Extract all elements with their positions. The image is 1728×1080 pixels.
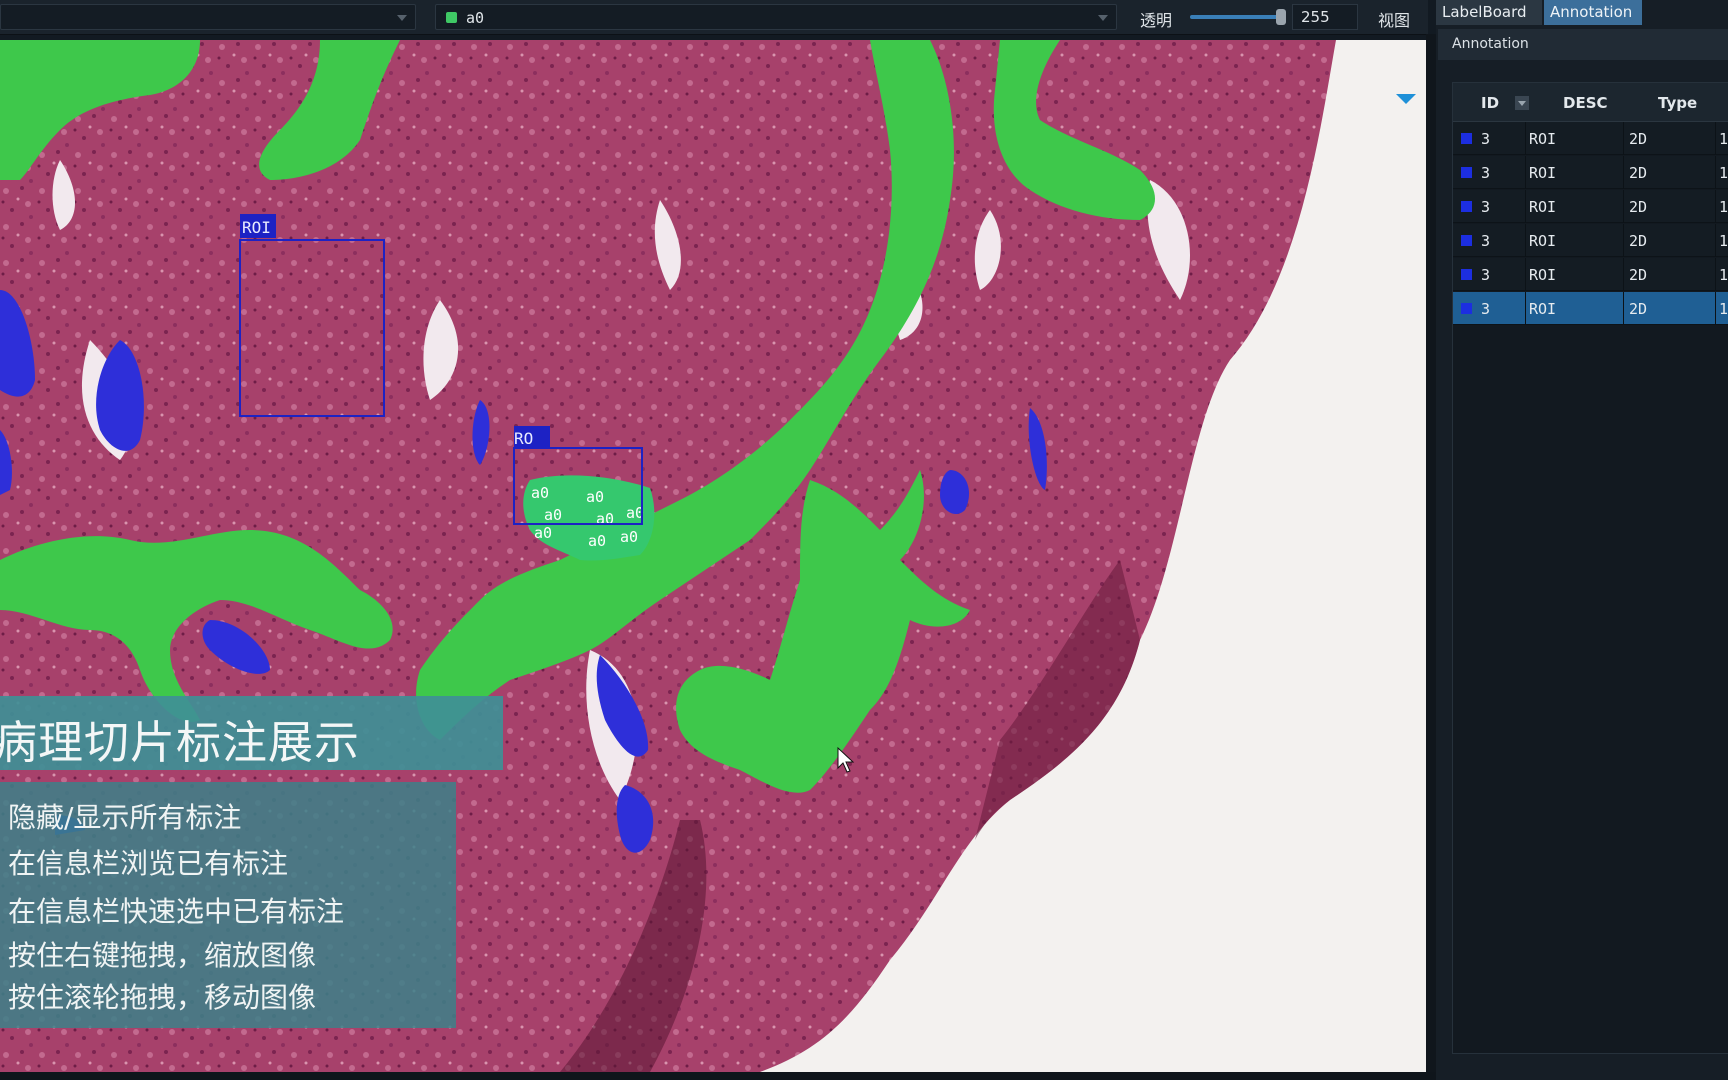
column-divider xyxy=(1715,224,1716,257)
annotation-section-header: Annotation xyxy=(1438,29,1728,60)
cell-id: 3 xyxy=(1481,266,1491,284)
column-divider xyxy=(1525,258,1526,291)
cell-type: 2D xyxy=(1629,232,1648,250)
column-divider xyxy=(1715,122,1716,155)
cell-type: 2D xyxy=(1629,300,1648,318)
caption-steps-panel: 隐藏/显示所有标注 在信息栏浏览已有标注 在信息栏快速选中已有标注 按住右键拖拽… xyxy=(0,782,456,1028)
viewer-splitter[interactable] xyxy=(1426,34,1436,1080)
cell-extra: 1 xyxy=(1719,232,1728,250)
annotation-label-text: a0 xyxy=(596,510,614,528)
caption-step: 在信息栏浏览已有标注 xyxy=(8,847,289,880)
row-color-swatch xyxy=(1461,167,1472,178)
opacity-value-spinbox[interactable]: 255 xyxy=(1292,4,1358,30)
column-divider xyxy=(1623,190,1624,223)
cell-extra: 1 xyxy=(1719,266,1728,284)
column-divider xyxy=(1623,292,1624,325)
annotation-label-text: a0 xyxy=(586,488,604,506)
tab-annotation[interactable]: Annotation xyxy=(1544,0,1642,25)
cell-id: 3 xyxy=(1481,300,1491,318)
annotation-label-text: a0 xyxy=(620,528,638,546)
caption-step: 在信息栏快速选中已有标注 xyxy=(8,895,345,928)
chevron-down-icon xyxy=(397,15,407,21)
row-color-swatch xyxy=(1461,269,1472,280)
table-row[interactable]: 3 ROI 2D 1 xyxy=(1453,122,1728,155)
row-color-swatch xyxy=(1461,201,1472,212)
cell-desc: ROI xyxy=(1529,198,1557,216)
row-color-swatch xyxy=(1461,303,1472,314)
opacity-slider[interactable] xyxy=(1190,9,1286,25)
cell-extra: 1 xyxy=(1719,300,1728,318)
cell-id: 3 xyxy=(1481,164,1491,182)
cell-desc: ROI xyxy=(1529,164,1557,182)
annotation-label-text: a0 xyxy=(544,506,562,524)
caption-step: 按住滚轮拖拽，移动图像 xyxy=(8,981,317,1014)
column-divider xyxy=(1525,122,1526,155)
annotation-table: ID DESC Type 3 ROI 2D 1 3 ROI 2D 1 3 ROI 2D 1 3 ROI 2D… xyxy=(1452,82,1728,1054)
annotation-label-text: a0 xyxy=(531,484,549,502)
viewer-toolbar: a0 透明 255 视图 xyxy=(0,0,1428,35)
cell-id: 3 xyxy=(1481,198,1491,216)
column-divider xyxy=(1525,224,1526,257)
opacity-slider-track xyxy=(1190,15,1280,19)
cell-type: 2D xyxy=(1629,130,1648,148)
column-divider xyxy=(1623,156,1624,189)
roi-tag-text: ROI xyxy=(242,218,271,237)
table-row[interactable]: 3 ROI 2D 1 xyxy=(1453,292,1728,325)
table-header: ID DESC Type xyxy=(1453,83,1728,122)
chevron-down-icon xyxy=(1098,15,1108,21)
label-select[interactable]: a0 xyxy=(435,4,1117,30)
row-color-swatch xyxy=(1461,133,1472,144)
view-menu[interactable]: 视图 xyxy=(1378,7,1410,31)
cell-type: 2D xyxy=(1629,198,1648,216)
caption-title: 病理切片标注展示 xyxy=(0,716,361,769)
cell-id: 3 xyxy=(1481,232,1491,250)
column-header-type[interactable]: Type xyxy=(1658,94,1697,112)
file-select[interactable] xyxy=(0,4,416,30)
caption-step: 按住右键拖拽，缩放图像 xyxy=(8,939,317,972)
opacity-label: 透明 xyxy=(1140,11,1173,30)
cell-desc: ROI xyxy=(1529,266,1557,284)
column-divider xyxy=(1623,122,1624,155)
annotation-label-text: a0 xyxy=(534,524,552,542)
cell-extra: 1 xyxy=(1719,164,1728,182)
annotation-label-text: a0 xyxy=(588,532,606,550)
column-divider xyxy=(1525,156,1526,189)
row-color-swatch xyxy=(1461,235,1472,246)
cell-desc: ROI xyxy=(1529,232,1557,250)
caret-down-icon[interactable] xyxy=(1396,94,1416,104)
info-panel: LabelBoard Annotation Annotation ID DESC… xyxy=(1436,0,1728,1080)
column-divider xyxy=(1623,224,1624,257)
column-header-id[interactable]: ID xyxy=(1481,94,1499,112)
cell-type: 2D xyxy=(1629,164,1648,182)
column-divider xyxy=(1715,292,1716,325)
column-divider xyxy=(1715,190,1716,223)
cell-extra: 1 xyxy=(1719,130,1728,148)
table-row[interactable]: 3 ROI 2D 1 xyxy=(1453,190,1728,223)
opacity-slider-handle[interactable] xyxy=(1276,9,1286,25)
label-select-value: a0 xyxy=(466,9,485,27)
cell-extra: 1 xyxy=(1719,198,1728,216)
column-divider xyxy=(1715,156,1716,189)
column-divider xyxy=(1525,190,1526,223)
label-color-swatch xyxy=(446,12,457,23)
cell-type: 2D xyxy=(1629,266,1648,284)
cell-id: 3 xyxy=(1481,130,1491,148)
tab-labelboard[interactable]: LabelBoard xyxy=(1436,0,1542,25)
table-row[interactable]: 3 ROI 2D 1 xyxy=(1453,258,1728,291)
column-divider xyxy=(1715,258,1716,291)
viewer-statusbar xyxy=(0,1072,1436,1080)
roi-tag-text: RO xyxy=(514,429,533,448)
cell-desc: ROI xyxy=(1529,130,1557,148)
caption-title-banner: 病理切片标注展示 xyxy=(0,696,503,770)
cell-desc: ROI xyxy=(1529,300,1557,318)
caption-step: 隐藏/显示所有标注 xyxy=(8,801,242,834)
table-row[interactable]: 3 ROI 2D 1 xyxy=(1453,156,1728,189)
column-divider xyxy=(1623,258,1624,291)
table-row[interactable]: 3 ROI 2D 1 xyxy=(1453,224,1728,257)
sort-dropdown-icon[interactable] xyxy=(1515,96,1529,110)
column-header-desc[interactable]: DESC xyxy=(1563,94,1608,112)
column-divider xyxy=(1525,292,1526,325)
